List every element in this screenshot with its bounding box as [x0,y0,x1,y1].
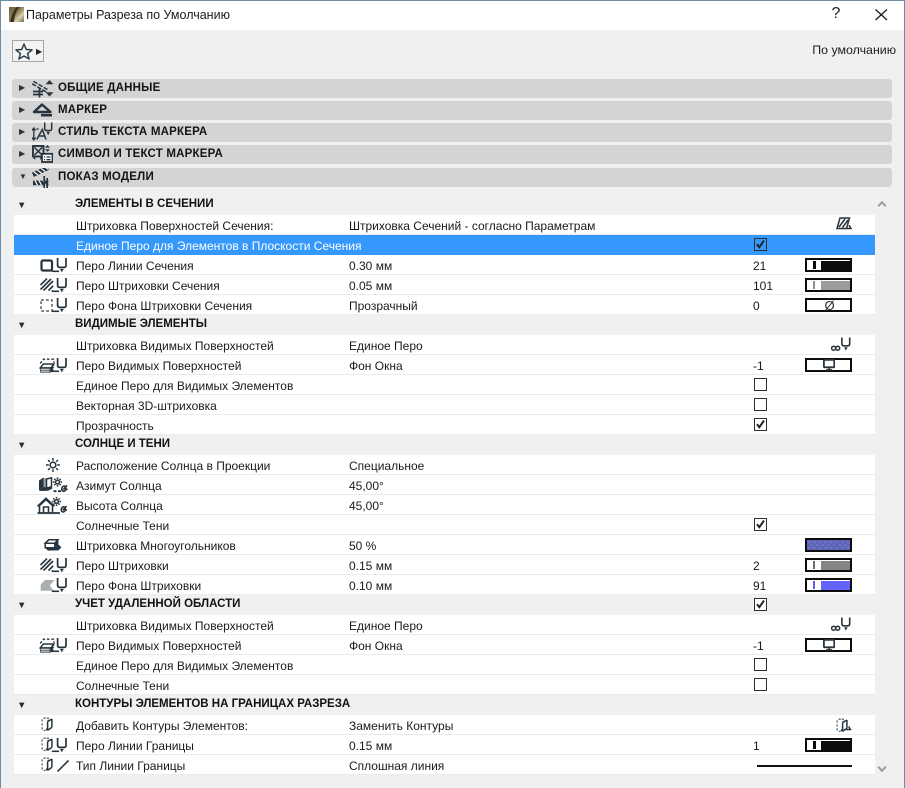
svg-text:Ø: Ø [824,298,834,313]
